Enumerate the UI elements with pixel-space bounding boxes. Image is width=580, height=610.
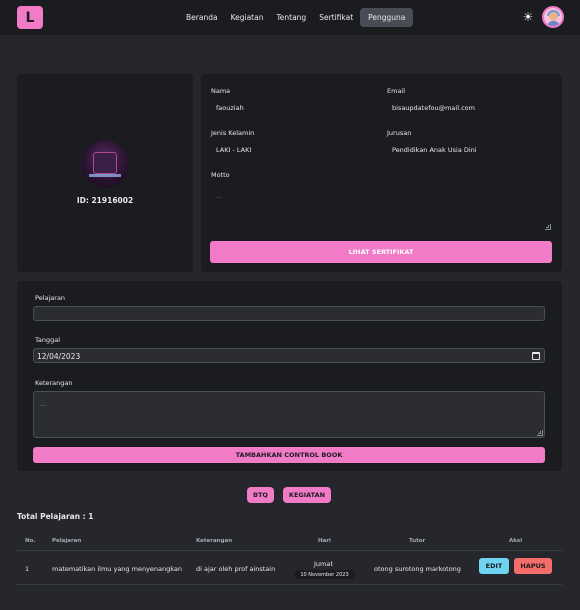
resize-grip-icon[interactable] [545,224,551,230]
date-value: 12/04/2023 [37,352,81,361]
column-header-tutor: Tutor [409,538,426,544]
column-header-action: Aksi [509,538,523,544]
profile-id: ID: 21916002 [76,196,134,205]
motto-placeholder: ... [216,192,223,200]
total-lessons: Total Pelajaran : 1 [17,512,94,521]
profile-picture [81,140,129,188]
filter-kegiatan-button[interactable]: KEGIATAN [283,487,331,503]
row-tutor: otong surotong markotong [374,565,461,573]
email-label: Email [387,87,406,95]
avatar-body [547,21,560,26]
name-label: Nama [211,87,231,95]
date-label: Tanggal [35,336,61,344]
nav-link-kegiatan[interactable]: Kegiatan [225,9,270,26]
row-note: di ajar oleh prof ainstain [196,565,276,573]
column-header-note: Keterangan [196,538,233,544]
add-control-book-button[interactable]: TAMBAHKAN CONTROL BOOK [33,447,545,463]
navbar: L Beranda Kegiatan Tentang Sertifikat Pe… [0,0,580,35]
row-day: Jumat [314,560,333,568]
row-lesson: matematikan ilmu yang menyenangkan [52,565,183,573]
date-input[interactable]: 12/04/2023 [33,348,545,363]
major-value: Pendidikan Anak Usia Dini [392,146,477,154]
column-header-lesson: Pelajaran [52,538,82,544]
gender-value: LAKI - LAKI [216,146,252,154]
resize-grip-icon[interactable] [537,430,543,436]
lesson-input[interactable] [33,306,545,321]
nav-link-pengguna[interactable]: Pengguna [360,7,414,27]
column-header-no: No. [25,538,36,544]
table-row-divider [17,584,562,585]
nav-link-beranda[interactable]: Beranda [180,9,224,26]
column-header-day: Hari [318,538,331,544]
note-placeholder: ... [40,400,47,408]
edit-button[interactable]: EDIT [479,558,509,574]
logo[interactable]: L [17,6,43,29]
major-label: Jurusan [387,129,412,137]
profile-picture-subject [93,152,117,174]
email-value: bisaupdatefou@mail.com [392,104,475,112]
note-textarea[interactable]: ... [33,391,545,438]
gender-label: Jenis Kelamin [211,129,255,137]
motto-textarea[interactable]: ... [210,184,552,231]
avatar-face [549,12,558,21]
delete-button[interactable]: HAPUS [514,558,552,574]
name-value: faouziah [216,104,244,112]
motto-label: Motto [211,171,230,179]
note-label: Keterangan [35,379,73,387]
row-number: 1 [25,565,30,573]
control-book-form: Pelajaran Tanggal 12/04/2023 Keterangan … [17,281,562,471]
view-certificate-button[interactable]: LIHAT SERTIFIKAT [210,241,552,263]
nav-links: Beranda Kegiatan Tentang Sertifikat Peng… [180,7,414,27]
profile-card: ID: 21916002 [17,74,193,272]
filter-btq-button[interactable]: BTQ [247,487,274,503]
user-info-card: Nama faouziah Email bisaupdatefou@mail.c… [201,74,562,272]
calendar-icon[interactable] [532,352,540,360]
nav-link-tentang[interactable]: Tentang [270,9,312,26]
row-date-badge: 10 November 2023 [294,570,355,579]
table-header-divider [17,550,562,551]
sun-icon[interactable]: ☀ [521,10,535,24]
nav-link-sertifikat[interactable]: Sertifikat [313,9,359,26]
user-avatar[interactable] [542,6,564,28]
lesson-label: Pelajaran [35,294,66,302]
profile-picture-glow [89,174,121,177]
